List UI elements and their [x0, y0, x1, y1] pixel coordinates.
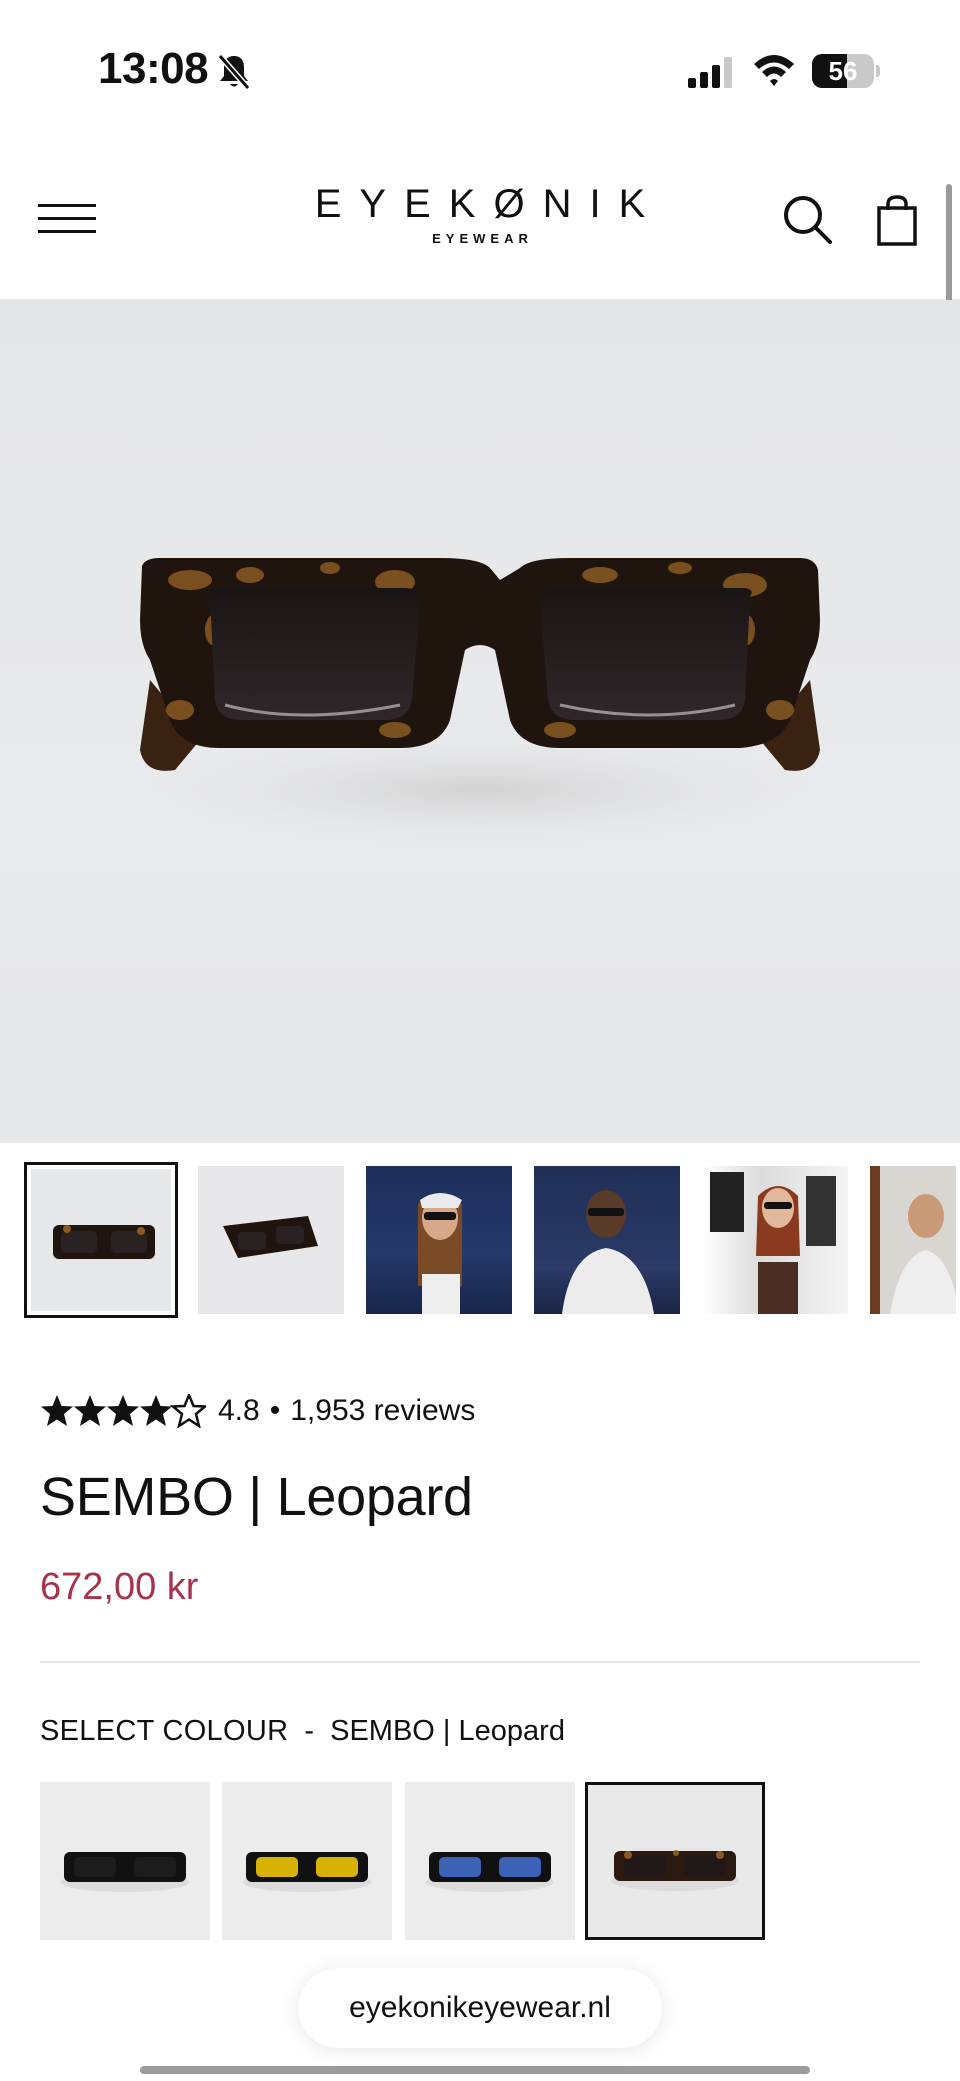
leopard-sunglasses-swatch-image — [611, 1850, 739, 1891]
colour-label-dash: - — [304, 1715, 315, 1747]
bell-muted-icon — [217, 54, 251, 90]
selected-colour-name: SEMBO | Leopard — [330, 1715, 565, 1747]
thumbnail-5[interactable] — [698, 1162, 852, 1318]
thumbnail-1[interactable] — [24, 1162, 178, 1318]
site-header: EYEKØNIK EYEWEAR — [0, 140, 960, 300]
review-count[interactable]: 1,953 reviews — [290, 1394, 475, 1428]
divider — [40, 1661, 920, 1663]
product-title: SEMBO | Leopard — [40, 1467, 473, 1527]
model-man-thumb-image — [562, 1190, 654, 1314]
rating-separator: • — [269, 1394, 281, 1427]
colour-selector-label: SELECT COLOUR - SEMBO | Leopard — [40, 1715, 565, 1748]
thumbnail-2[interactable] — [194, 1162, 348, 1318]
shopping-bag-icon[interactable] — [876, 194, 918, 246]
rating-value: 4.8 — [218, 1394, 260, 1427]
browser-url-bar[interactable]: eyekonikeyewear.nl — [298, 1968, 662, 2048]
product-price: 672,00 kr — [40, 1566, 199, 1608]
colour-swatch-black[interactable] — [40, 1782, 210, 1940]
status-bar: 13:08 56 — [0, 0, 960, 140]
colour-label-text: SELECT COLOUR — [40, 1715, 289, 1747]
wifi-icon — [754, 55, 794, 86]
yellow-lens-sunglasses-swatch-image — [243, 1852, 371, 1892]
model-man-white-shirt-thumb-image — [870, 1166, 956, 1314]
battery-percentage: 56 — [828, 56, 858, 86]
cellular-signal-icon — [688, 57, 732, 88]
product-rating[interactable]: 4.8 • 1,953 reviews — [40, 1391, 475, 1431]
thumbnail-3[interactable] — [362, 1162, 516, 1318]
blue-lens-sunglasses-swatch-image — [426, 1852, 554, 1892]
battery-icon: 56 — [812, 54, 880, 88]
image-thumbnail-strip[interactable] — [24, 1162, 960, 1320]
product-hero-image[interactable] — [0, 300, 960, 1143]
model-woman-black-top-thumb-image — [710, 1172, 836, 1314]
search-icon[interactable] — [782, 194, 834, 246]
thumbnail-4[interactable] — [530, 1162, 684, 1318]
home-indicator[interactable] — [140, 2066, 810, 2074]
thumbnail-6[interactable] — [866, 1162, 960, 1318]
brand-logo[interactable]: EYEKØNIK EYEWEAR — [280, 182, 680, 246]
sunglasses-angled-thumb-image — [223, 1216, 318, 1258]
colour-swatch-leopard[interactable] — [585, 1782, 765, 1940]
status-time: 13:08 — [98, 44, 209, 93]
sunglasses-thumb-image — [53, 1225, 155, 1259]
sunglasses-image — [120, 558, 840, 850]
black-sunglasses-swatch-image — [61, 1852, 189, 1892]
model-woman-thumb-image — [418, 1193, 462, 1314]
colour-swatch-blue[interactable] — [405, 1782, 575, 1940]
menu-button[interactable] — [38, 204, 98, 234]
brand-name: EYEKØNIK — [314, 182, 664, 226]
brand-subtitle: EYEWEAR — [432, 231, 533, 246]
rating-stars-icon — [41, 1394, 206, 1428]
colour-swatch-yellow[interactable] — [222, 1782, 392, 1940]
